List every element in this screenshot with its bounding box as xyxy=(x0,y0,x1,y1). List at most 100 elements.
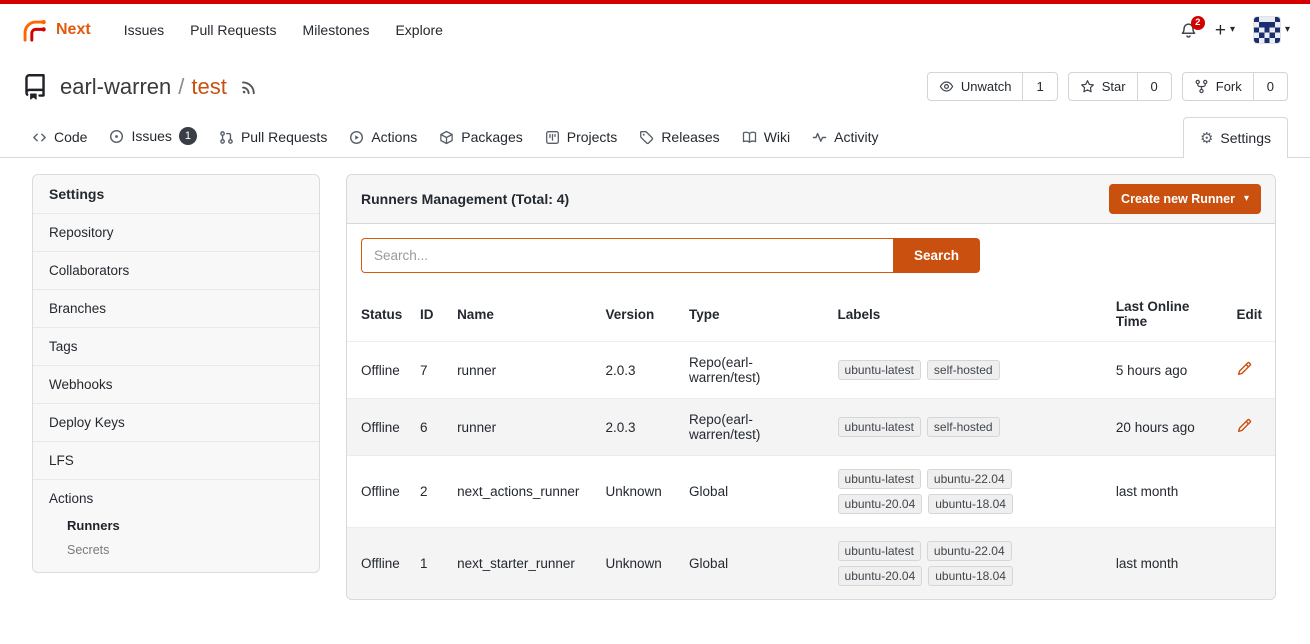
search-input[interactable] xyxy=(361,238,893,273)
tab-issues[interactable]: Issues 1 xyxy=(99,115,206,157)
fork-button-group: Fork 0 xyxy=(1182,72,1288,101)
runner-label-badge: self-hosted xyxy=(927,417,1000,437)
tab-label: Settings xyxy=(1220,130,1271,146)
tab-label: Releases xyxy=(661,129,719,145)
tab-label: Actions xyxy=(371,129,417,145)
tab-settings[interactable]: ⚙ Settings xyxy=(1183,117,1288,158)
edit-runner-button[interactable] xyxy=(1237,361,1252,376)
col-header-type: Type xyxy=(681,287,829,342)
last-online-cell: 20 hours ago xyxy=(1108,399,1229,456)
rss-feed-icon[interactable] xyxy=(241,79,257,95)
nav-item-pull-requests[interactable]: Pull Requests xyxy=(177,14,289,46)
forks-count[interactable]: 0 xyxy=(1253,73,1287,100)
search-button[interactable]: Search xyxy=(893,238,980,273)
runner-label-badge: ubuntu-latest xyxy=(838,541,921,561)
avatar xyxy=(1253,16,1281,44)
git-fork-icon xyxy=(1194,79,1209,94)
settings-sidebar: Settings Repository Collaborators Branch… xyxy=(32,174,320,573)
runner-label-badge: ubuntu-18.04 xyxy=(928,494,1013,514)
repo-icon xyxy=(22,74,48,100)
star-label: Star xyxy=(1102,79,1126,94)
runner-label-badge: ubuntu-22.04 xyxy=(927,541,1012,561)
star-button[interactable]: Star xyxy=(1069,73,1137,100)
tab-wiki[interactable]: Wiki xyxy=(732,117,800,157)
unwatch-label: Unwatch xyxy=(961,79,1012,94)
runner-label-badge: ubuntu-20.04 xyxy=(838,494,923,514)
create-runner-button[interactable]: Create new Runner ▾ xyxy=(1109,184,1261,214)
name-cell: next_actions_runner xyxy=(449,456,597,528)
create-menu-button[interactable]: + ▾ xyxy=(1215,21,1235,40)
sidebar-item-runners[interactable]: Runners xyxy=(33,513,319,538)
repo-owner-link[interactable]: earl-warren xyxy=(60,74,171,100)
panel-title: Runners Management (Total: 4) xyxy=(361,191,569,207)
package-icon xyxy=(439,130,454,145)
table-row: Offline2next_actions_runnerUnknownGlobal… xyxy=(347,456,1275,528)
repo-tabbar: Code Issues 1 Pull Requests Actions Pack… xyxy=(0,115,1310,158)
runner-label-badge: ubuntu-20.04 xyxy=(838,566,923,586)
last-online-cell: last month xyxy=(1108,456,1229,528)
status-cell: Offline xyxy=(347,342,412,399)
tab-label: Code xyxy=(54,129,87,145)
sidebar-item-repository[interactable]: Repository xyxy=(33,213,319,251)
watchers-count[interactable]: 1 xyxy=(1022,73,1056,100)
repo-name-link[interactable]: test xyxy=(191,74,226,100)
runners-panel: Runners Management (Total: 4) Create new… xyxy=(346,174,1276,600)
content-area: Settings Repository Collaborators Branch… xyxy=(0,158,1310,600)
runners-table-head: Status ID Name Version Type Labels Last … xyxy=(347,287,1275,342)
stars-count[interactable]: 0 xyxy=(1137,73,1171,100)
chevron-down-icon: ▾ xyxy=(1285,25,1290,35)
tab-label: Activity xyxy=(834,129,878,145)
sidebar-item-secrets[interactable]: Secrets xyxy=(33,538,319,562)
star-button-group: Star 0 xyxy=(1068,72,1172,101)
notifications-button[interactable]: 2 xyxy=(1180,22,1197,39)
tab-releases[interactable]: Releases xyxy=(629,117,729,157)
fork-button[interactable]: Fork xyxy=(1183,73,1253,100)
name-cell: runner xyxy=(449,399,597,456)
edit-runner-button[interactable] xyxy=(1237,418,1252,433)
chevron-down-icon: ▾ xyxy=(1230,25,1235,35)
sidebar-title: Settings xyxy=(33,175,319,213)
col-header-name: Name xyxy=(449,287,597,342)
tab-label: Wiki xyxy=(764,129,790,145)
unwatch-button[interactable]: Unwatch xyxy=(928,73,1023,100)
issue-opened-icon xyxy=(109,129,124,144)
sidebar-item-branches[interactable]: Branches xyxy=(33,289,319,327)
tab-pull-requests[interactable]: Pull Requests xyxy=(209,117,337,157)
type-cell: Global xyxy=(681,456,829,528)
tab-actions[interactable]: Actions xyxy=(339,117,427,157)
issues-count-badge: 1 xyxy=(179,127,197,145)
version-cell: Unknown xyxy=(598,528,682,600)
sidebar-item-tags[interactable]: Tags xyxy=(33,327,319,365)
tab-projects[interactable]: Projects xyxy=(535,117,628,157)
version-cell: Unknown xyxy=(598,456,682,528)
gear-icon: ⚙ xyxy=(1200,131,1213,146)
tab-activity[interactable]: Activity xyxy=(802,117,888,157)
edit-cell xyxy=(1229,399,1275,456)
col-header-status: Status xyxy=(347,287,412,342)
nav-item-milestones[interactable]: Milestones xyxy=(290,14,383,46)
star-icon xyxy=(1080,79,1095,94)
id-cell: 1 xyxy=(412,528,449,600)
sidebar-item-collaborators[interactable]: Collaborators xyxy=(33,251,319,289)
type-cell: Repo(earl-warren/test) xyxy=(681,399,829,456)
labels-cell: ubuntu-latestself-hosted xyxy=(830,342,1108,399)
version-cell: 2.0.3 xyxy=(598,342,682,399)
tab-code[interactable]: Code xyxy=(22,117,97,157)
id-cell: 2 xyxy=(412,456,449,528)
sidebar-item-lfs[interactable]: LFS xyxy=(33,441,319,479)
tab-packages[interactable]: Packages xyxy=(429,117,532,157)
type-cell: Global xyxy=(681,528,829,600)
last-online-cell: 5 hours ago xyxy=(1108,342,1229,399)
user-menu-button[interactable]: ▾ xyxy=(1253,16,1290,44)
create-runner-label: Create new Runner xyxy=(1121,192,1235,206)
sidebar-item-deploy-keys[interactable]: Deploy Keys xyxy=(33,403,319,441)
instance-name: Next xyxy=(56,21,91,39)
sidebar-item-webhooks[interactable]: Webhooks xyxy=(33,365,319,403)
nav-item-explore[interactable]: Explore xyxy=(382,14,455,46)
repo-title: earl-warren / test xyxy=(60,74,257,100)
nav-item-issues[interactable]: Issues xyxy=(111,14,177,46)
home-link[interactable]: Next xyxy=(20,17,91,44)
name-cell: next_starter_runner xyxy=(449,528,597,600)
search-row: Search xyxy=(347,224,1275,287)
sidebar-item-actions[interactable]: Actions xyxy=(33,480,319,513)
